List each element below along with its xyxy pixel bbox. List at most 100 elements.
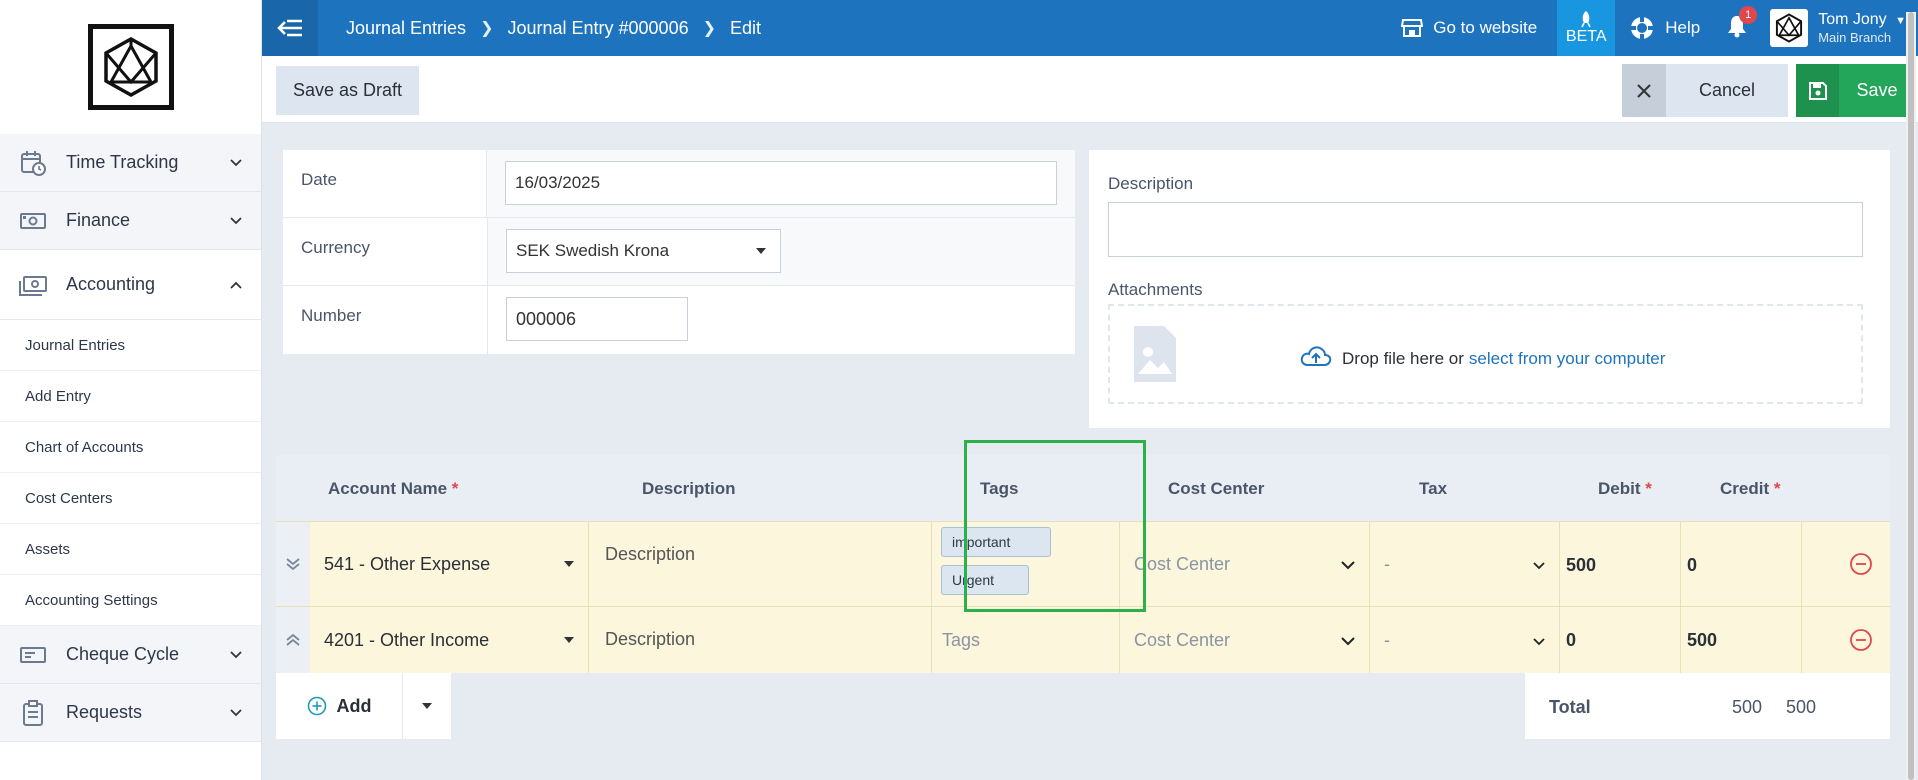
debit-input[interactable]: 0 [1560, 607, 1681, 673]
tag-chip[interactable]: important [941, 527, 1051, 557]
notifications-button[interactable]: 1 [1726, 5, 1758, 43]
number-row: Number 000006 [283, 286, 1075, 354]
save-label: Save [1856, 80, 1898, 100]
sidebar-item-label: Cheque Cycle [66, 644, 180, 664]
add-options-dropdown[interactable] [403, 673, 451, 739]
breadcrumb-journal-entry[interactable]: Journal Entry #000006 [507, 18, 688, 39]
description-textarea[interactable] [1108, 202, 1863, 257]
cost-center-select[interactable]: Cost Center [1120, 607, 1370, 673]
breadcrumb-edit: Edit [730, 17, 762, 38]
accounting-submenu: Journal Entries Add Entry Chart of Accou… [0, 320, 261, 626]
row-drag-handle[interactable] [276, 607, 310, 673]
money-icon [18, 206, 48, 236]
help-link[interactable]: Help [1629, 15, 1700, 41]
page-scrollbar[interactable] [1906, 12, 1916, 780]
go-to-website-link[interactable]: Go to website [1401, 18, 1537, 38]
chevron-down-icon [229, 706, 243, 720]
journal-header-form: Date 16/03/2025 Currency SEK Swedish Kro… [283, 150, 1075, 354]
cancel-button[interactable]: Cancel [1622, 64, 1788, 117]
beta-button[interactable]: BETA [1557, 0, 1616, 56]
menu-collapse-icon [277, 19, 302, 37]
add-row-label: Add [336, 695, 372, 716]
debit-input[interactable]: 500 [1560, 522, 1681, 606]
date-input[interactable]: 16/03/2025 [505, 161, 1057, 205]
caret-down-icon [422, 703, 432, 709]
tax-select[interactable]: - [1370, 522, 1560, 606]
add-row-button[interactable]: Add [276, 673, 403, 739]
top-navbar: Journal Entries ❯ Journal Entry #000006 … [262, 0, 1918, 56]
top-right-actions: Go to website BETA Help 1 Tom Jony ▼ Mai… [1401, 0, 1918, 56]
drop-text: Drop file here or [1342, 348, 1464, 368]
submenu-item-journal-entries[interactable]: Journal Entries [0, 320, 261, 371]
line-description-placeholder: Description [605, 629, 696, 649]
breadcrumb: Journal Entries ❯ Journal Entry #000006 … [346, 18, 761, 39]
scrollbar-thumb[interactable] [1908, 12, 1914, 780]
number-input[interactable]: 000006 [506, 297, 688, 341]
cheque-icon [18, 640, 48, 670]
currency-row: Currency SEK Swedish Krona [283, 218, 1075, 286]
cost-center-placeholder: Cost Center [1134, 553, 1231, 574]
rocket-icon [1581, 11, 1591, 28]
line-description-input[interactable]: Description [589, 607, 932, 673]
chevrons-up-icon [286, 633, 300, 646]
col-description: Description [642, 479, 736, 498]
account-select[interactable]: 4201 - Other Income [310, 607, 589, 673]
company-logo[interactable] [87, 24, 174, 110]
total-label: Total [1549, 697, 1591, 717]
select-file-link[interactable]: select from your computer [1469, 349, 1666, 369]
tax-value: - [1384, 553, 1390, 574]
currency-label: Currency [283, 218, 488, 285]
cash-icon [18, 270, 48, 300]
sidebar-item-requests[interactable]: Requests [0, 684, 261, 742]
col-account-name: Account Name * [328, 479, 459, 498]
user-menu[interactable]: Tom Jony ▼ Main Branch [1770, 9, 1906, 47]
notification-count-badge: 1 [1739, 5, 1758, 24]
currency-select[interactable]: SEK Swedish Krona [506, 229, 781, 273]
remove-row-icon[interactable] [1849, 552, 1873, 576]
currency-value: SEK Swedish Krona [516, 241, 670, 260]
total-credit: 500 [1786, 697, 1817, 717]
tag-chip[interactable]: Urgent [941, 565, 1029, 595]
submenu-item-assets[interactable]: Assets [0, 524, 261, 575]
save-button[interactable]: Save [1796, 64, 1915, 117]
sidebar-item-time-tracking[interactable]: Time Tracking [0, 134, 261, 192]
cloud-upload-icon [1300, 344, 1332, 373]
tags-cell[interactable]: Tags [932, 607, 1120, 673]
tax-select[interactable]: - [1370, 607, 1560, 673]
chevron-down-icon [1533, 554, 1545, 575]
help-label: Help [1665, 18, 1701, 37]
tax-value: - [1384, 629, 1390, 650]
sidebar-toggle-button[interactable] [262, 0, 318, 56]
submenu-item-add-entry[interactable]: Add Entry [0, 371, 261, 422]
submenu-item-cost-centers[interactable]: Cost Centers [0, 473, 261, 524]
remove-row-icon[interactable] [1849, 628, 1873, 652]
lifebuoy-icon [1629, 15, 1655, 41]
polyhedron-logo-icon [1776, 13, 1803, 43]
tags-cell[interactable]: important Urgent [932, 522, 1120, 606]
attachments-label: Attachments [1108, 280, 1203, 299]
date-label: Date [283, 150, 487, 217]
breadcrumb-journal-entries[interactable]: Journal Entries [346, 18, 466, 39]
chevron-up-icon [229, 278, 243, 292]
file-drop-zone[interactable]: Drop file here or select from your compu… [1108, 304, 1863, 404]
line-description-placeholder: Description [605, 544, 696, 564]
row-drag-handle[interactable] [276, 522, 310, 606]
description-label: Description [1108, 174, 1194, 193]
sidebar-item-label: Finance [66, 210, 131, 230]
line-description-input[interactable]: Description [589, 522, 932, 606]
save-as-draft-button[interactable]: Save as Draft [276, 66, 419, 115]
submenu-item-chart-of-accounts[interactable]: Chart of Accounts [0, 422, 261, 473]
credit-input[interactable]: 0 [1681, 522, 1802, 606]
submenu-item-accounting-settings[interactable]: Accounting Settings [0, 575, 261, 626]
sidebar-item-finance[interactable]: Finance [0, 192, 261, 250]
polyhedron-logo-icon [103, 36, 158, 98]
sidebar-item-label: Requests [66, 702, 143, 722]
account-value: 4201 - Other Income [324, 629, 490, 650]
credit-input[interactable]: 500 [1681, 607, 1802, 673]
tags-placeholder: Tags [942, 630, 981, 650]
sidebar-item-cheque-cycle[interactable]: Cheque Cycle [0, 626, 261, 684]
account-select[interactable]: 541 - Other Expense [310, 522, 589, 606]
cost-center-select[interactable]: Cost Center [1120, 522, 1370, 606]
sidebar-item-accounting[interactable]: Accounting [0, 250, 261, 320]
journal-lines-table: Account Name * Description Tags Cost Cen… [276, 455, 1890, 673]
